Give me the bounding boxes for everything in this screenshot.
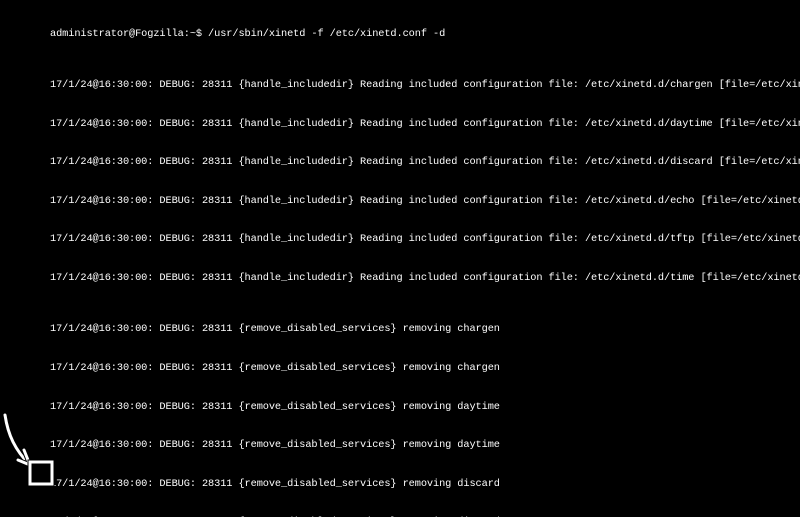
shell-prompt: administrator@Fogzilla:~$ /usr/sbin/xine… (50, 28, 800, 41)
log-line: 17/1/24@16:30:00: DEBUG: 28311 {remove_d… (50, 362, 800, 375)
annotation-arrow-icon (0, 410, 55, 500)
log-line: 17/1/24@16:30:00: DEBUG: 28311 {remove_d… (50, 439, 800, 452)
log-line: 17/1/24@16:30:00: DEBUG: 28311 {handle_i… (50, 233, 800, 246)
log-line: 17/1/24@16:30:00: DEBUG: 28311 {handle_i… (50, 195, 800, 208)
log-line: 17/1/24@16:30:00: DEBUG: 28311 {remove_d… (50, 401, 800, 414)
terminal-output[interactable]: administrator@Fogzilla:~$ /usr/sbin/xine… (50, 0, 800, 517)
log-line: 17/1/24@16:30:00: DEBUG: 28311 {handle_i… (50, 156, 800, 169)
log-line: 17/1/24@16:30:00: DEBUG: 28311 {remove_d… (50, 323, 800, 336)
log-line: 17/1/24@16:30:00: DEBUG: 28311 {handle_i… (50, 272, 800, 285)
log-line: 17/1/24@16:30:00: DEBUG: 28311 {handle_i… (50, 118, 800, 131)
log-line: 17/1/24@16:30:00: DEBUG: 28311 {handle_i… (50, 79, 800, 92)
log-line: 17/1/24@16:30:00: DEBUG: 28311 {remove_d… (50, 478, 800, 491)
